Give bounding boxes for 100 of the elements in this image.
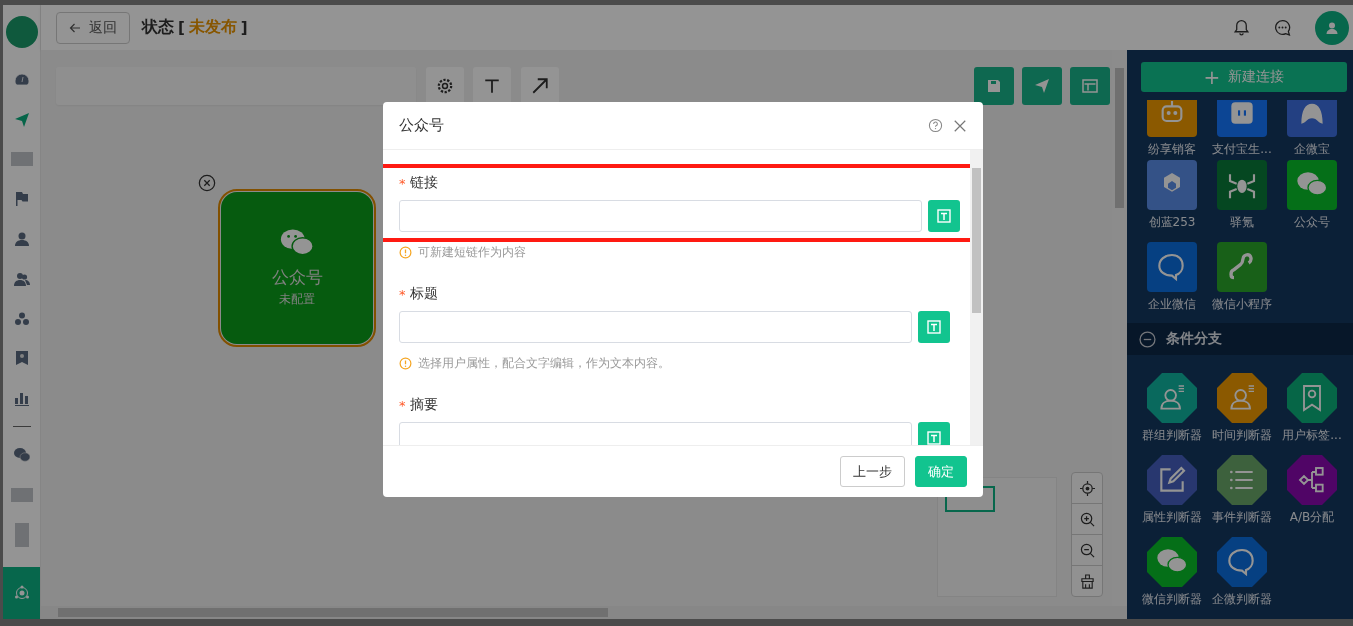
branch-label: 企微判断器 (1212, 591, 1272, 608)
bracket-text: ] (240, 18, 248, 37)
branch-label: 群组判断器 (1142, 427, 1202, 444)
text-icon (927, 320, 941, 334)
page-title: 状态 (142, 17, 174, 38)
users-icon (13, 270, 30, 287)
chat-bubbles-icon (13, 447, 30, 464)
send-icon (13, 111, 30, 128)
blurred-icon (10, 152, 33, 167)
branch-label: 微信判断器 (1142, 591, 1202, 608)
input-field[interactable] (399, 200, 922, 232)
vertical-scrollbar[interactable] (970, 150, 983, 445)
bar-chart-icon (13, 390, 30, 407)
branch-label: 用户标签... (1282, 427, 1342, 444)
status-text: 未发布 (188, 17, 237, 38)
connector-tile[interactable]: 微信小程序 (1207, 242, 1277, 322)
zoom-in-icon (1079, 511, 1095, 527)
save-icon (986, 78, 1002, 94)
node-title: 公众号 (271, 266, 323, 289)
branch-tile[interactable]: 企微判断器 (1207, 537, 1277, 617)
branch-tile[interactable]: 事件判断器 (1207, 455, 1277, 535)
send-icon (1034, 78, 1050, 94)
dashboard-icon (13, 71, 30, 88)
sidebar-item[interactable] (3, 567, 40, 619)
crosshair-icon (1079, 480, 1095, 496)
connector-tile[interactable]: 企微宝 (1277, 100, 1347, 158)
connector-tile[interactable]: 驿氪 (1207, 160, 1277, 240)
network-icon (13, 585, 30, 601)
connector-tile[interactable]: 公众号 (1277, 160, 1347, 240)
branch-tile[interactable]: 属性判断器 (1137, 455, 1207, 535)
collapse-icon (1139, 330, 1156, 348)
connector-label: 支付宝生... (1212, 141, 1272, 158)
connector-label: 纷享销客 (1148, 141, 1196, 158)
user-icon (13, 231, 30, 248)
branch-label: A/B分配 (1289, 509, 1335, 526)
close-circle-icon[interactable] (198, 174, 216, 192)
field-label: 链接 (409, 174, 438, 192)
help-icon[interactable] (928, 118, 943, 133)
text-tool-button[interactable] (473, 67, 511, 105)
layout-icon (1082, 78, 1098, 94)
avatar-icon[interactable] (1315, 10, 1349, 45)
chat-bubbles-icon (280, 228, 314, 256)
connector-label: 企微宝 (1294, 141, 1330, 158)
required-mark: * (399, 175, 406, 191)
connector-label: 微信小程序 (1212, 296, 1272, 313)
hint-text: 可新建短链作为内容 (418, 244, 526, 261)
connector-label: 驿氪 (1230, 214, 1254, 231)
badge-icon (13, 350, 30, 367)
connector-label: 企业微信 (1148, 296, 1196, 313)
node-subtitle: 未配置 (279, 291, 315, 308)
settings-button[interactable] (426, 67, 464, 105)
branch-tile[interactable]: 时间判断器 (1207, 373, 1277, 453)
connector-tile[interactable]: 支付宝生... (1207, 100, 1277, 158)
connector-tile[interactable]: 企业微信 (1137, 242, 1207, 322)
branch-tile[interactable]: 群组判断器 (1137, 373, 1207, 453)
connector-tile[interactable]: 纷享销客 (1137, 100, 1207, 158)
connector-tile[interactable]: 创蓝253 (1137, 160, 1207, 240)
required-mark: * (399, 286, 406, 302)
hint-text: 选择用户属性，配合文字编辑，作为文本内容。 (418, 355, 670, 372)
text-icon (927, 431, 941, 445)
publish-button[interactable] (1022, 67, 1062, 105)
bracket-text: [ (178, 18, 185, 37)
flag-icon (13, 191, 30, 208)
info-icon (399, 357, 412, 370)
branch-label: 属性判断器 (1142, 509, 1202, 526)
input-field[interactable] (399, 311, 912, 343)
branch-tile[interactable]: 微信判断器 (1137, 537, 1207, 617)
required-mark: * (399, 397, 406, 413)
field-label: 标题 (409, 285, 438, 303)
text-tool-icon (483, 77, 501, 95)
dialog-title: 公众号 (399, 116, 445, 135)
cluster-icon (13, 310, 30, 327)
branch-label: 时间判断器 (1212, 427, 1272, 444)
close-icon[interactable] (953, 118, 967, 133)
arrow-icon (531, 77, 549, 95)
horizontal-scrollbar[interactable] (41, 606, 1127, 619)
connector-label: 公众号 (1294, 214, 1330, 231)
arrow-tool-button[interactable] (521, 67, 559, 105)
zoom-out-icon (1079, 542, 1095, 558)
back-arrow-icon (69, 21, 81, 34)
settings-icon (436, 77, 454, 95)
branch-label: 事件判断器 (1212, 509, 1272, 526)
brush-icon (1079, 573, 1095, 589)
branch-tile[interactable]: A/B分配 (1277, 455, 1347, 535)
chat-icon[interactable] (1274, 19, 1291, 36)
section-title: 条件分支 (1166, 330, 1222, 348)
previous-step-button[interactable]: 上一步 (840, 456, 905, 487)
save-button[interactable] (974, 67, 1014, 105)
section-header[interactable]: 条件分支 (1127, 323, 1353, 355)
back-button[interactable]: 返回 (56, 11, 130, 44)
info-icon (399, 246, 412, 259)
blurred-icon (14, 522, 29, 547)
input-field[interactable] (399, 422, 912, 445)
branch-tile[interactable]: 用户标签... (1277, 373, 1347, 453)
connector-label: 创蓝253 (1148, 214, 1196, 231)
blurred-icon (10, 487, 33, 502)
text-icon (937, 209, 951, 223)
bell-icon[interactable] (1233, 19, 1250, 36)
logo-icon (5, 16, 38, 48)
field-label: 摘要 (409, 396, 438, 414)
